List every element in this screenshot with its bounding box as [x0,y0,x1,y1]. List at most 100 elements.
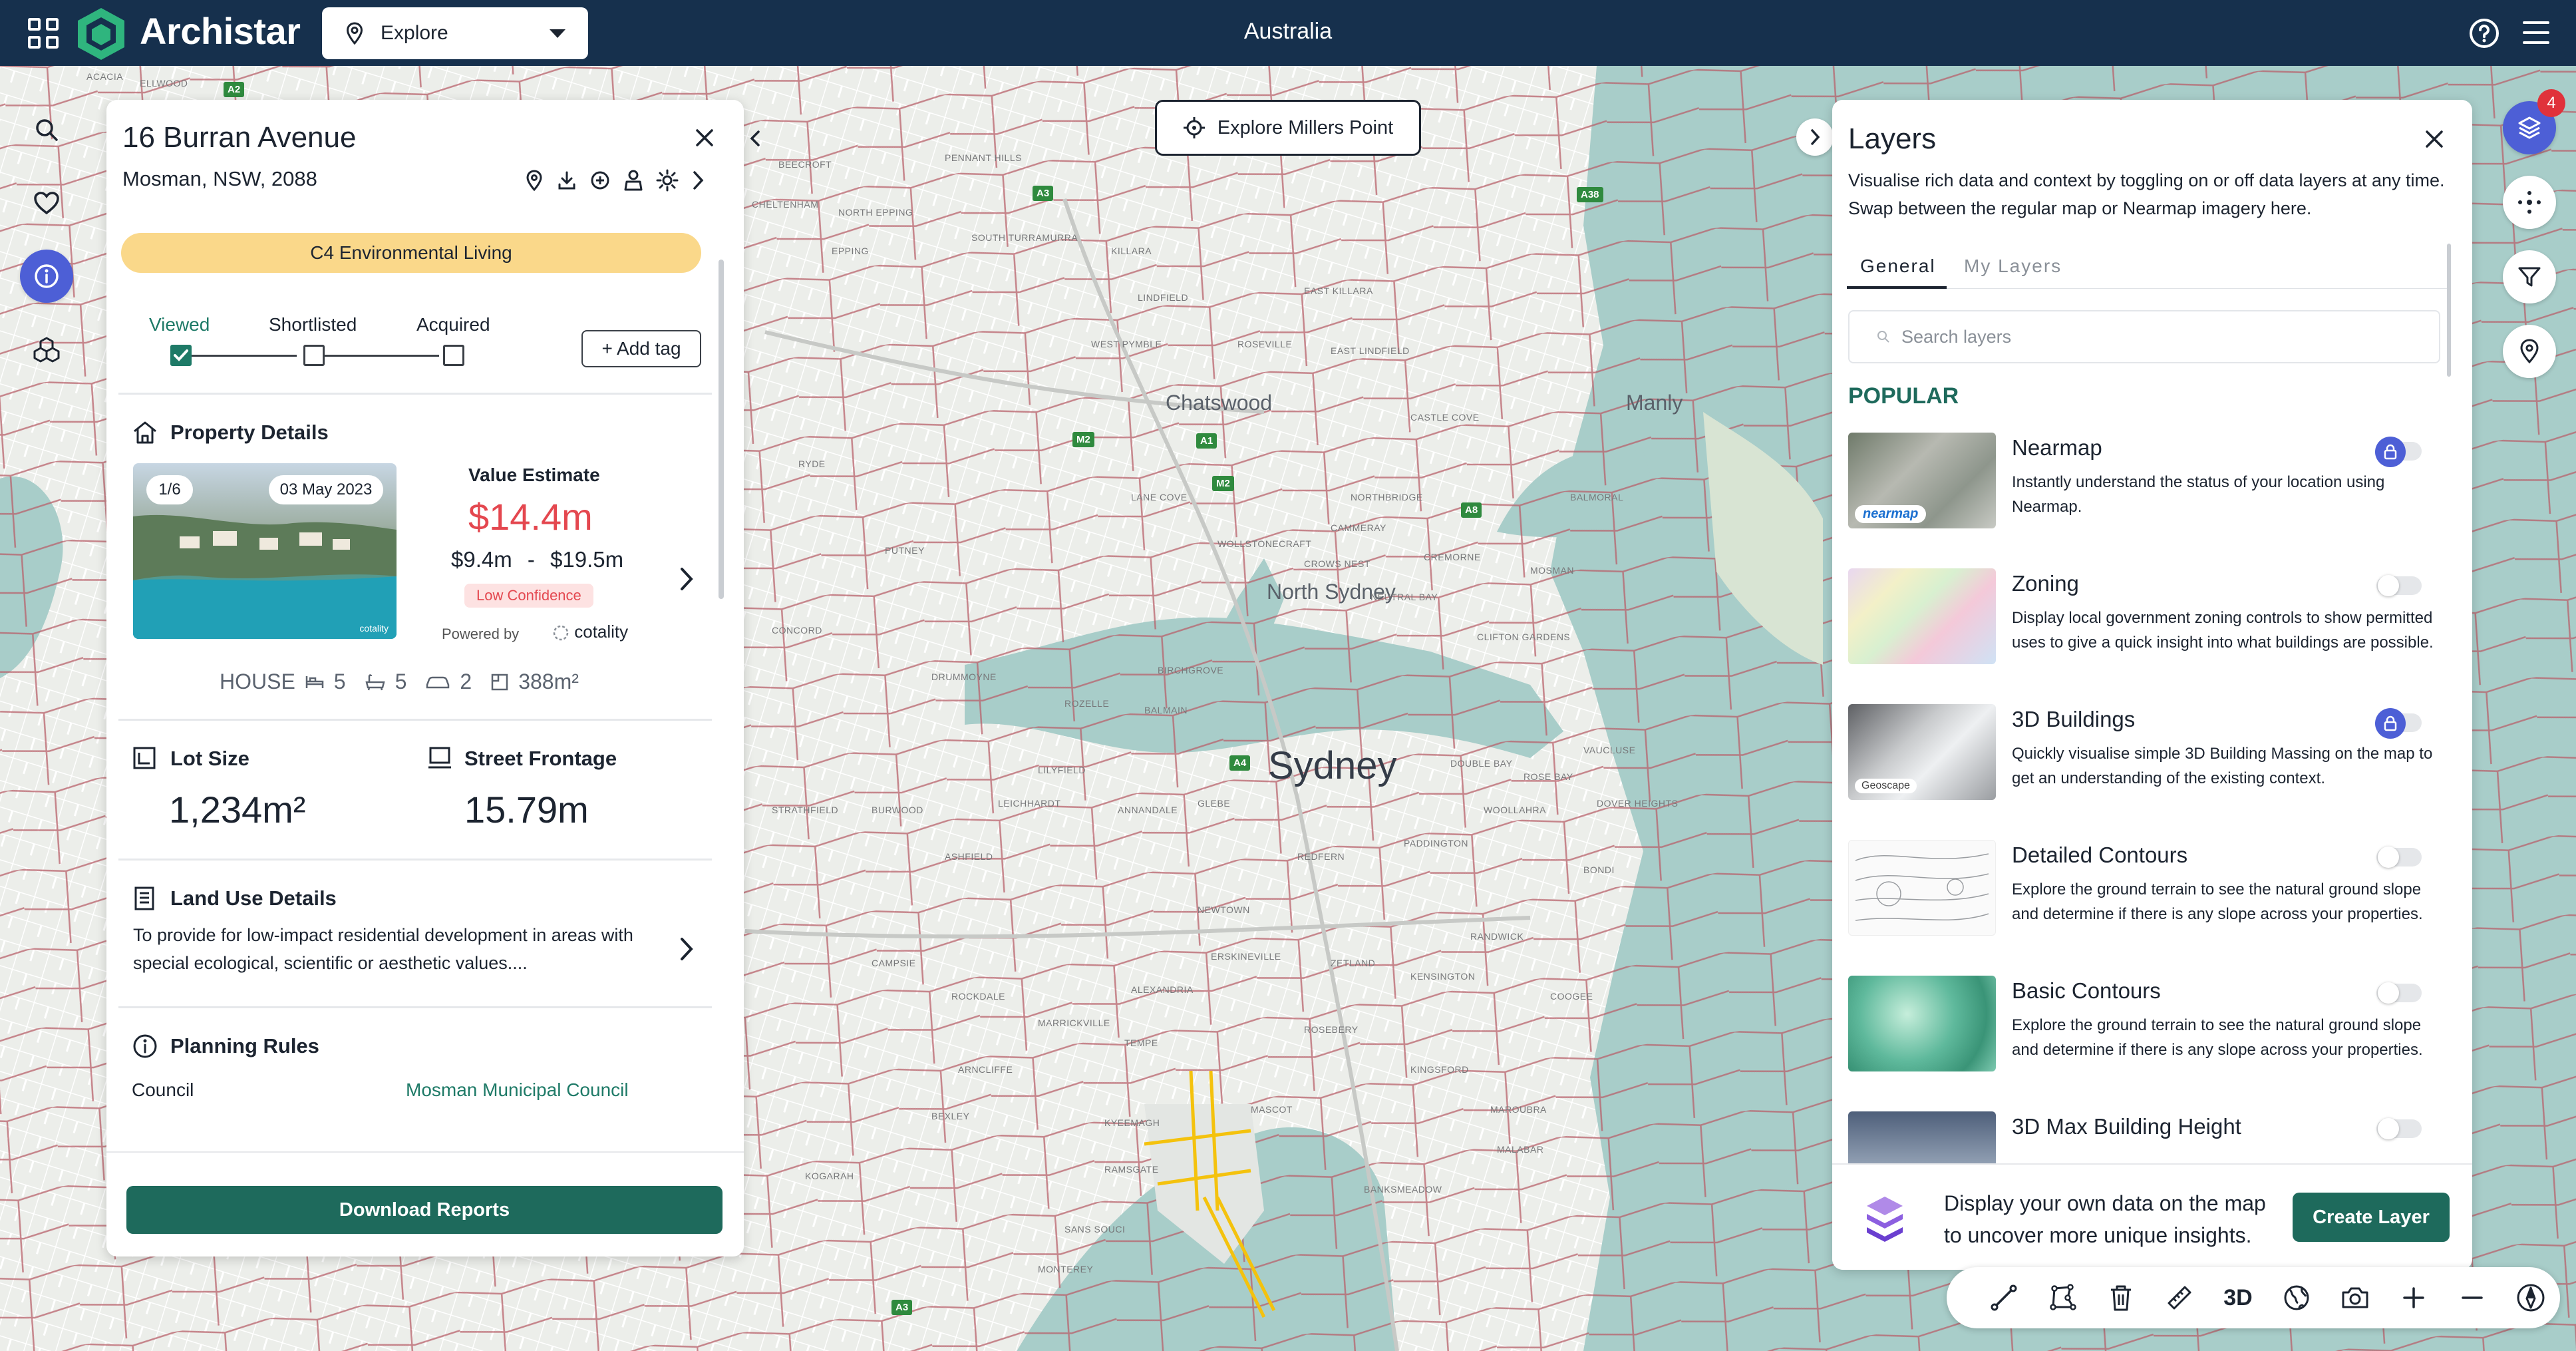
search-button[interactable] [20,103,73,156]
chevron-right-icon[interactable] [679,936,695,962]
screenshot-button[interactable] [2326,1271,2384,1324]
map-label: CAMPSIE [872,958,916,968]
filter-button[interactable] [2503,250,2556,303]
measure-line-button[interactable] [1975,1271,2033,1324]
sun-icon[interactable] [656,169,679,192]
value-estimate-label: Value Estimate [468,465,600,485]
nearmap-lock-badge[interactable] [2375,437,2406,467]
max-height-toggle[interactable] [2376,1118,2422,1139]
map-label: ROSEVILLE [1237,339,1293,349]
ruler-icon [2168,1286,2191,1310]
favourites-button[interactable] [20,176,73,230]
layer-name: Nearmap [2012,435,2102,460]
provider-name: cotality [574,622,629,642]
map-label: PUTNEY [885,545,925,556]
map-label: BONDI [1583,865,1615,875]
parking-count: 2 [460,670,472,693]
property-locality: Mosman, NSW, 2088 [122,167,317,190]
contour-lines-image [1855,853,1989,921]
map-label: LILYFIELD [1038,765,1086,775]
map-label: LEICHHARDT [998,798,1061,809]
map-label: LANE COVE [1131,492,1188,502]
bathrooms-count: 5 [395,670,407,693]
map-label: BALMAIN [1144,705,1188,715]
cubes-icon [33,337,60,363]
map-label: STRATHFIELD [772,805,839,815]
council-link[interactable]: Mosman Municipal Council [406,1079,629,1101]
map-label: WOLLSTONECRAFT [1217,538,1312,549]
property-panel: 16 Burran Avenue Mosman, NSW, 2088 C4 En… [106,100,744,1256]
tab-my-layers[interactable]: My Layers [1964,256,2062,277]
step-viewed-checkbox[interactable] [170,345,192,366]
cluster-button[interactable] [20,323,73,376]
chevron-right-icon [1811,129,1820,145]
owner-icon[interactable] [623,169,644,192]
compass-button[interactable] [2501,1271,2560,1324]
help-icon[interactable] [2468,17,2500,49]
polygon-tool-button[interactable] [2033,1271,2092,1324]
collapse-panel-icon[interactable] [744,126,768,150]
street-frontage-label: Street Frontage [464,747,617,770]
detailed-contours-toggle[interactable] [2376,847,2422,868]
download-icon[interactable] [556,170,577,191]
3d-view-button[interactable]: 3D [2209,1271,2267,1324]
map-label: ELLWOOD [140,78,188,89]
map-label: ROZELLE [1064,698,1110,709]
3d-buildings-lock-badge[interactable] [2375,708,2406,739]
map-label: KOGARAH [805,1171,854,1181]
basic-contours-thumbnail[interactable] [1848,976,1996,1071]
add-circle-icon[interactable] [589,170,611,191]
land-use-description: To provide for low-impact residential de… [133,925,633,973]
filter-icon [2518,267,2541,287]
delete-drawing-button[interactable] [2092,1271,2150,1324]
nearmap-thumbnail[interactable]: nearmap [1848,433,1996,528]
plus-icon [2403,1287,2424,1308]
saved-locations-button[interactable] [2503,325,2556,378]
tab-general[interactable]: General [1860,256,1936,277]
info-icon [133,1034,157,1058]
globe-button[interactable] [2267,1271,2326,1324]
search-layers-input[interactable]: Search layers [1848,310,2440,363]
map-label: BEXLEY [931,1111,970,1121]
map-label: MAROUBRA [1490,1104,1547,1115]
create-layer-button[interactable]: Create Layer [2293,1193,2450,1242]
step-acquired-checkbox[interactable] [443,345,464,366]
value-range-separator: - [527,547,535,572]
confidence-badge: Low Confidence [464,584,593,608]
zoom-in-button[interactable] [2384,1271,2443,1324]
zoning-thumbnail[interactable] [1848,568,1996,664]
info-icon [35,264,59,288]
step-shortlisted-checkbox[interactable] [303,345,325,366]
map-label-manly: Manly [1626,391,1683,415]
explore-area-button[interactable]: Explore Millers Point [1155,100,1421,156]
location-pin-icon[interactable] [524,169,544,192]
basic-contours-toggle[interactable] [2376,982,2422,1004]
zoning-badge: C4 Environmental Living [121,233,701,273]
layers-scrollbar[interactable] [2447,244,2451,377]
3d-buildings-thumbnail[interactable]: Geoscape [1848,704,1996,800]
zoning-toggle[interactable] [2376,575,2422,596]
chevron-right-icon[interactable] [691,170,705,191]
ruler-button[interactable] [2150,1271,2209,1324]
property-info-button[interactable] [20,250,73,303]
chevron-right-icon[interactable] [679,566,695,592]
panel-scrollbar[interactable] [719,260,724,599]
close-icon[interactable] [2424,129,2444,149]
lock-icon [2384,715,2397,731]
zoom-out-button[interactable] [2443,1271,2501,1324]
add-tag-button[interactable]: + Add tag [581,330,701,367]
download-reports-button[interactable]: Download Reports [126,1186,723,1234]
hamburger-menu-icon[interactable] [2523,21,2549,44]
planning-rules-title: Planning Rules [170,1034,319,1058]
map-label: DOUBLE BAY [1450,758,1513,769]
nearby-button[interactable] [2503,176,2556,229]
map-label: PENNANT HILLS [945,152,1022,163]
layer-name: 3D Buildings [2012,707,2136,731]
step-shortlisted-label: Shortlisted [269,314,357,335]
collapse-layers-button[interactable] [1796,118,1834,156]
property-photo[interactable]: 1/6 03 May 2023 cotality [133,463,397,639]
close-icon[interactable] [695,128,715,148]
popular-section-title: POPULAR [1848,383,1959,409]
map-label: PADDINGTON [1404,838,1469,849]
detailed-contours-thumbnail[interactable] [1848,840,1996,936]
